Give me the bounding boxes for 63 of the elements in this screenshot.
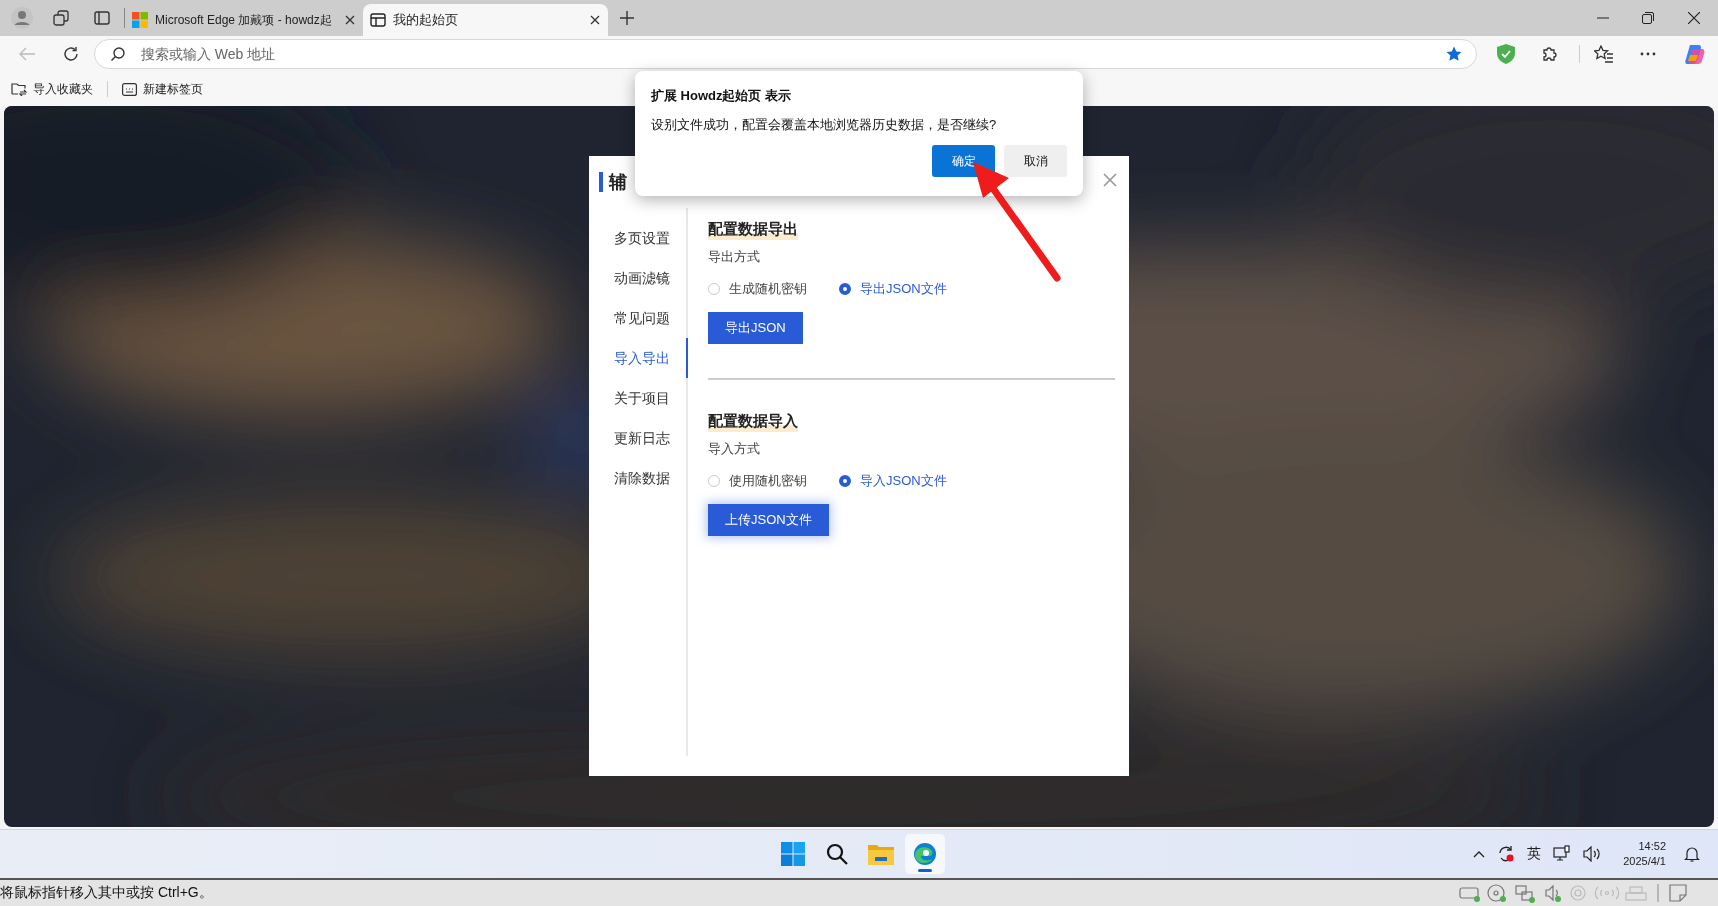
bell-icon[interactable] xyxy=(1684,846,1700,862)
radio-option[interactable]: 导出JSON文件 xyxy=(839,280,947,298)
section-heading: 配置数据导入 xyxy=(708,410,798,432)
nav-item[interactable]: 更新日志 xyxy=(589,418,688,458)
chevron-up-icon[interactable] xyxy=(1473,850,1486,858)
close-icon[interactable] xyxy=(1688,12,1700,24)
restore-icon[interactable] xyxy=(1642,12,1654,24)
close-icon[interactable] xyxy=(345,15,355,25)
dialog-message: 设别文件成功，配置会覆盖本地浏览器历史数据，是否继续? xyxy=(651,116,998,134)
browser-tab[interactable]: Microsoft Edge 加戴项 - howdz起 xyxy=(125,4,363,36)
action-button[interactable]: 上传JSON文件 xyxy=(708,504,829,536)
vertical-tabs-icon[interactable] xyxy=(94,10,110,26)
shield-check-icon[interactable] xyxy=(1497,44,1516,64)
window-icon xyxy=(122,82,137,96)
search-icon xyxy=(826,843,848,865)
clock-date: 2025/4/1 xyxy=(1623,854,1666,869)
section-heading: 配置数据导出 xyxy=(708,218,798,240)
refresh-icon[interactable] xyxy=(62,46,79,62)
close-icon[interactable] xyxy=(590,15,600,25)
workspaces-icon[interactable] xyxy=(52,9,70,27)
more-icon[interactable] xyxy=(1640,52,1657,56)
clock-time: 14:52 xyxy=(1638,839,1666,854)
folder-icon xyxy=(868,843,894,865)
nav-item[interactable]: 常见问题 xyxy=(589,298,688,338)
radio-option[interactable]: 生成随机密钥 xyxy=(708,280,807,298)
browser-tab[interactable]: 我的起始页 xyxy=(363,4,608,36)
status-text: 将鼠标指针移入其中或按 Ctrl+G。 xyxy=(0,884,213,902)
edge-logo-icon xyxy=(913,842,937,866)
windows-logo-icon xyxy=(781,842,805,866)
new-tab-icon[interactable] xyxy=(620,11,634,25)
copilot-icon[interactable] xyxy=(1684,43,1706,65)
radio-button[interactable] xyxy=(839,283,851,295)
search-icon xyxy=(110,47,125,61)
network-icon[interactable] xyxy=(1553,845,1572,863)
four-squares-icon xyxy=(132,12,148,28)
dialog-button[interactable]: 取消 xyxy=(1004,145,1067,177)
dialog-title: 扩展 Howdz起始页 表示 xyxy=(651,87,793,105)
tab-title: 我的起始页 xyxy=(393,11,459,29)
favorite-link[interactable]: 导入收藏夹 xyxy=(11,80,93,98)
sync-icon[interactable] xyxy=(1497,845,1516,863)
radio-option[interactable]: 使用随机密钥 xyxy=(708,472,807,490)
page-icon xyxy=(370,12,386,28)
panel-title: 辅 xyxy=(599,172,627,192)
favorite-link[interactable]: 新建标签页 xyxy=(122,80,203,98)
address-field[interactable]: 搜索或输入 Web 地址 xyxy=(93,39,1478,69)
puzzle-icon[interactable] xyxy=(1541,45,1560,63)
nav-item[interactable]: 动画滤镜 xyxy=(589,258,688,298)
nav-item[interactable]: 清除数据 xyxy=(589,458,688,498)
radio-option[interactable]: 导入JSON文件 xyxy=(839,472,947,490)
radio-button[interactable] xyxy=(839,475,851,487)
action-button[interactable]: 导出JSON xyxy=(708,312,803,344)
favorites-icon[interactable] xyxy=(1594,45,1615,63)
method-label: 导入方式 xyxy=(708,440,760,458)
tab-title: Microsoft Edge 加戴项 - howdz起 xyxy=(155,11,333,29)
star-icon[interactable] xyxy=(1445,45,1464,63)
profile-icon[interactable] xyxy=(10,6,34,30)
dialog-button[interactable]: 确定 xyxy=(932,145,995,177)
nav-item[interactable]: 关于项目 xyxy=(589,378,688,418)
folder-arrow-icon xyxy=(11,82,27,96)
input-method-indicator[interactable]: 英 xyxy=(1527,845,1542,863)
method-label: 导出方式 xyxy=(708,248,760,266)
nav-item[interactable]: 导入导出 xyxy=(589,338,688,378)
nav-item[interactable]: 多页设置 xyxy=(589,218,688,258)
